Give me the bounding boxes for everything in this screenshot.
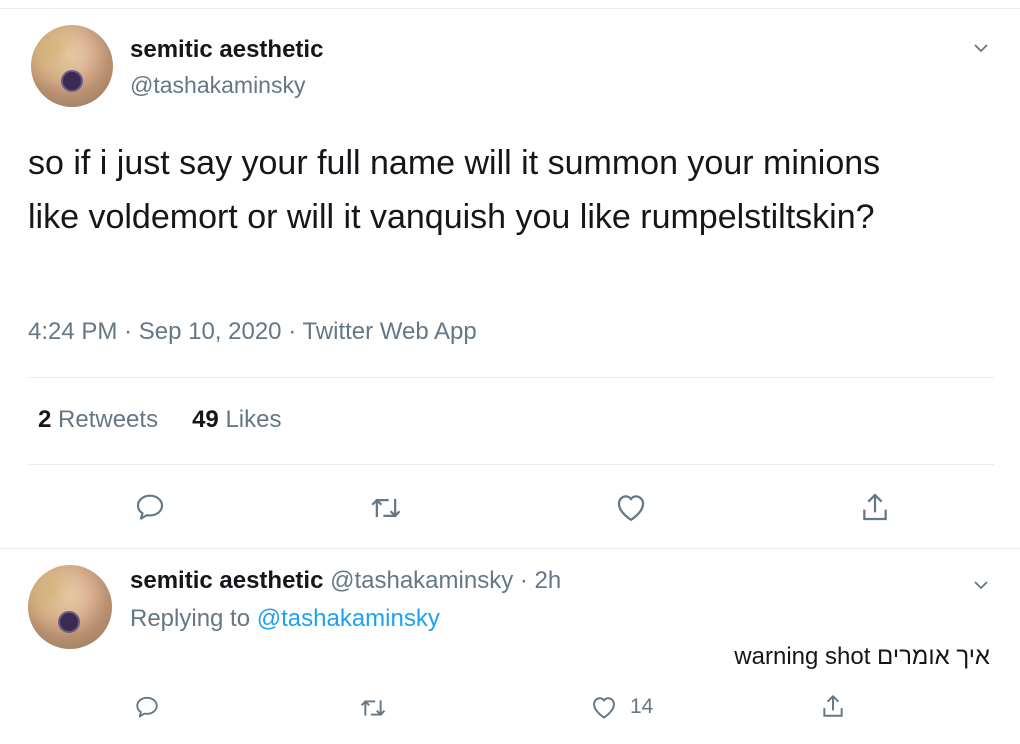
share-button[interactable]	[859, 490, 891, 524]
meta-separator: ·	[124, 318, 133, 345]
likes-count: 49	[192, 406, 219, 433]
retweet-button[interactable]	[358, 696, 388, 720]
reply-handle[interactable]: @tashakaminsky	[330, 567, 513, 594]
like-button[interactable]	[614, 491, 648, 523]
reply-icon	[136, 696, 158, 718]
like-button[interactable]: 14	[590, 694, 653, 720]
reply-display-name[interactable]: semitic aesthetic	[130, 567, 323, 594]
tweet-date[interactable]: Sep 10, 2020	[139, 318, 282, 345]
user-handle[interactable]: @tashakaminsky	[130, 72, 305, 99]
likes-stat[interactable]: 49 Likes	[192, 406, 281, 433]
top-divider	[0, 8, 1020, 9]
retweets-count: 2	[38, 406, 52, 433]
retweets-stat[interactable]: 2 Retweets	[38, 406, 158, 433]
replying-label: Replying to	[130, 605, 251, 632]
like-count: 14	[630, 695, 654, 718]
reply-icon	[136, 494, 164, 520]
retweet-icon	[360, 700, 386, 716]
heart-icon	[593, 697, 615, 719]
retweets-label: Retweets	[58, 406, 159, 433]
share-button[interactable]	[820, 692, 846, 720]
meta-separator: ·	[288, 318, 297, 345]
heart-icon	[617, 495, 645, 521]
reply-age[interactable]: 2h	[535, 567, 562, 594]
display-name[interactable]: semitic aesthetic	[130, 36, 323, 64]
likes-label: Likes	[225, 406, 282, 433]
divider	[28, 377, 994, 378]
reply-header: semitic aesthetic @tashakaminsky · 2h	[130, 567, 561, 595]
chevron-down-icon[interactable]	[974, 41, 988, 55]
avatar[interactable]	[28, 565, 112, 649]
tweet-meta: 4:24 PM · Sep 10, 2020 · Twitter Web App	[28, 318, 477, 346]
chevron-down-icon[interactable]	[974, 578, 988, 592]
tweet-text: so if i just say your full name will it …	[28, 144, 881, 236]
reply-button[interactable]	[134, 694, 160, 720]
replying-to-link[interactable]: @tashakaminsky	[257, 605, 440, 632]
tweet-time[interactable]: 4:24 PM	[28, 318, 117, 345]
tweet-stats: 2 Retweets 49 Likes	[38, 406, 281, 434]
reply-text: איך אומרים warning shot	[734, 643, 990, 670]
divider	[0, 548, 1020, 549]
retweet-button[interactable]	[369, 493, 403, 523]
replying-to: Replying to @tashakaminsky	[130, 605, 440, 633]
tweet-source[interactable]: Twitter Web App	[302, 318, 476, 345]
share-icon	[863, 493, 887, 521]
avatar[interactable]	[31, 25, 113, 107]
reply-button[interactable]	[134, 491, 166, 523]
retweet-icon	[371, 498, 401, 518]
divider	[28, 464, 994, 465]
reply-separator: ·	[519, 567, 528, 594]
share-icon	[823, 694, 843, 717]
